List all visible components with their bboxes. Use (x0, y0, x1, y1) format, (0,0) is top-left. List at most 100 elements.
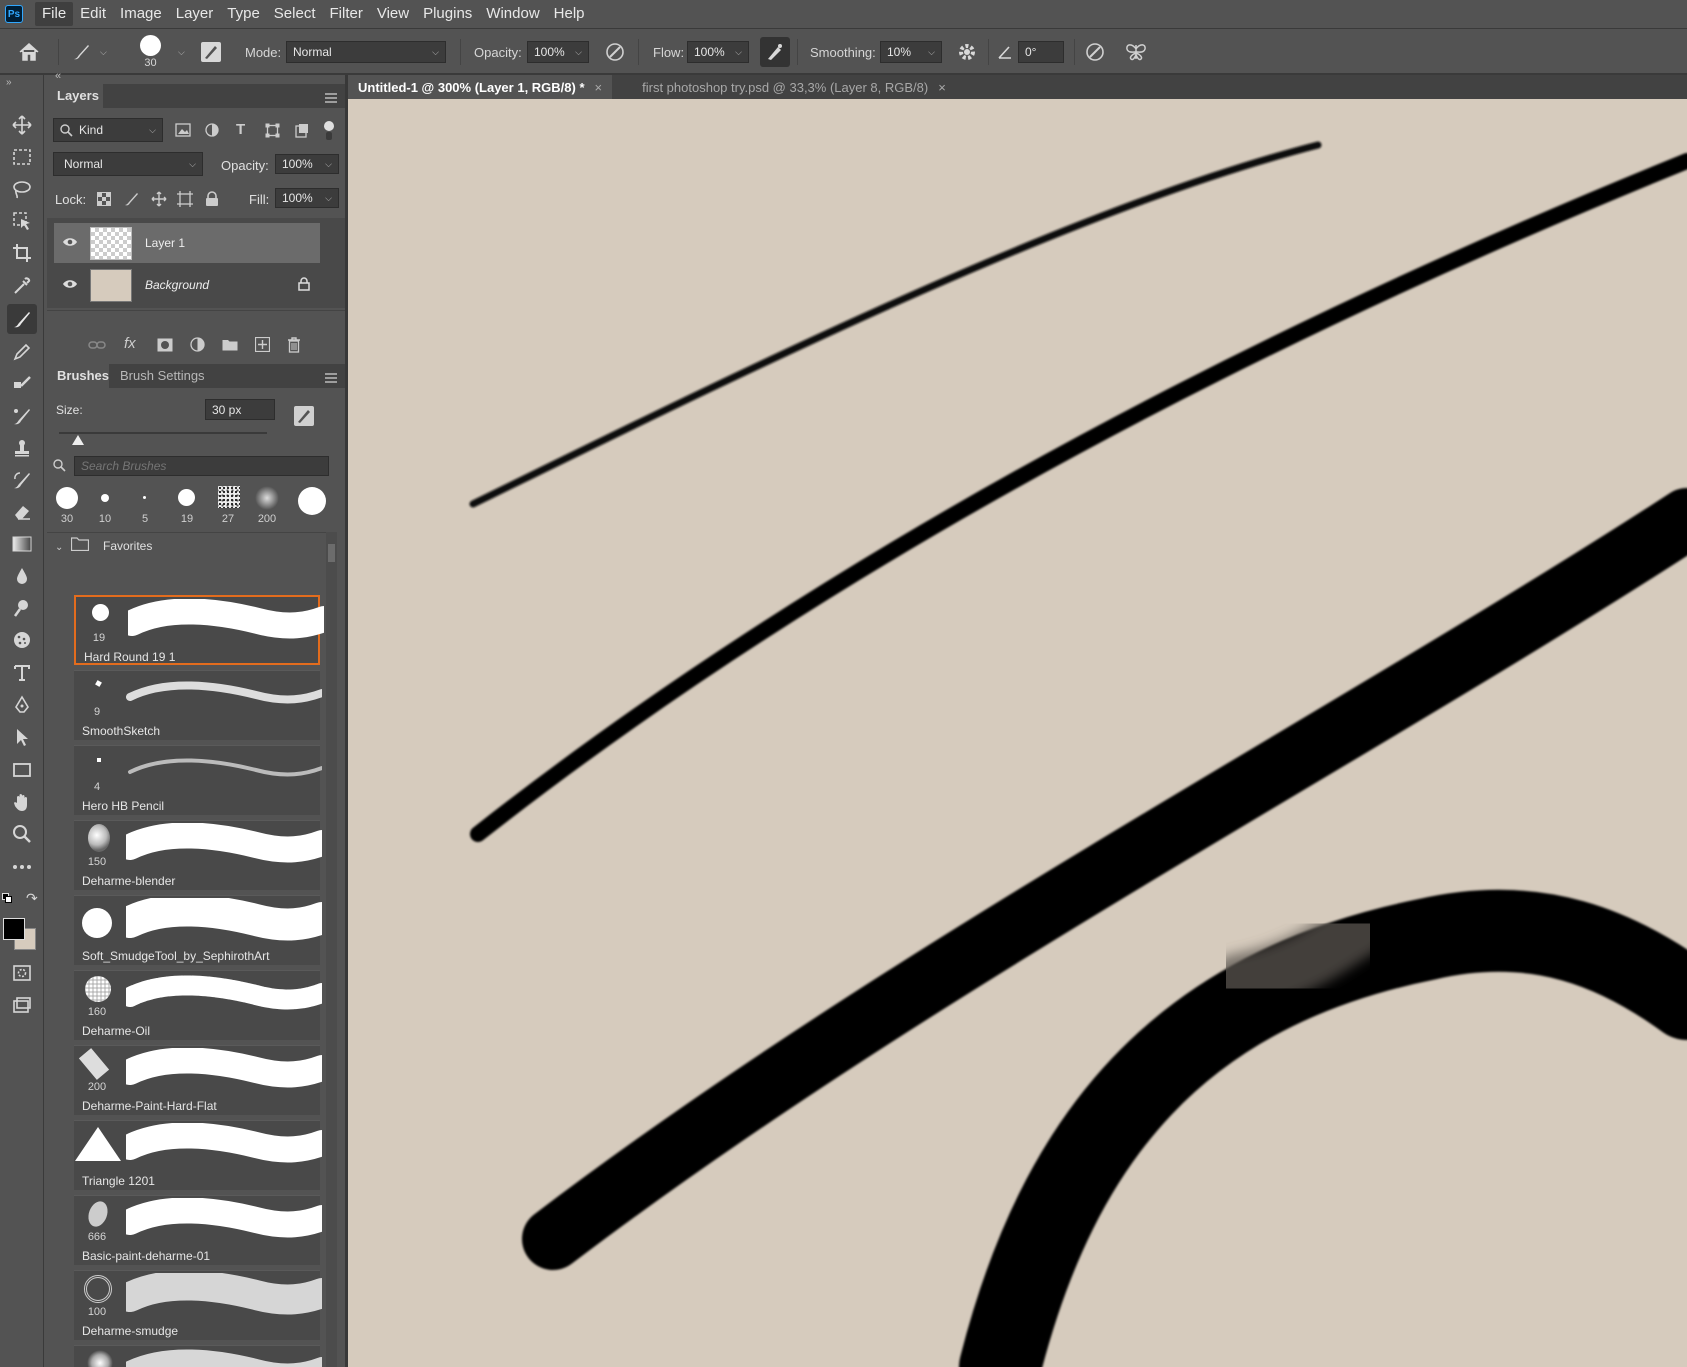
eraser-tool-icon[interactable] (7, 497, 37, 527)
recent-brush-tip[interactable] (178, 489, 195, 506)
lock-transparent-pixels-icon[interactable] (97, 192, 111, 209)
blur-tool-icon[interactable] (7, 561, 37, 591)
clone-stamp-brush-icon[interactable] (7, 369, 37, 399)
pencil-tool-icon[interactable] (7, 337, 37, 367)
menu-window[interactable]: Window (479, 2, 546, 26)
close-icon[interactable]: × (595, 80, 603, 95)
brush-size-field[interactable]: 30 px (205, 399, 275, 420)
smoothing-field[interactable]: 10% ⌵ (880, 29, 942, 75)
brush-size-slider[interactable] (59, 432, 267, 445)
panel-menu-icon[interactable] (325, 371, 337, 383)
link-layers-icon[interactable] (88, 339, 106, 354)
opacity-field[interactable]: 100% ⌵ (527, 29, 589, 75)
angle-field[interactable]: 0° (1018, 29, 1064, 75)
screen-mode-icon[interactable] (7, 990, 37, 1020)
brush-preset-item[interactable]: 200 Deharme-Paint-Hard-Flat (74, 1045, 322, 1115)
slider-handle[interactable] (71, 435, 84, 445)
lasso-tool-icon[interactable] (7, 174, 37, 204)
lock-image-pixels-icon[interactable] (123, 191, 139, 210)
brush-preset-item[interactable]: 9 SmoothSketch (74, 670, 322, 740)
object-selection-tool-icon[interactable] (7, 206, 37, 236)
brush-size-picker[interactable]: 30 (140, 29, 161, 75)
layer-row-background[interactable]: Background (54, 265, 320, 305)
collapse-panels-icon[interactable]: « (55, 70, 61, 82)
layer-blend-mode-dropdown[interactable]: Normal ⌵ (53, 152, 203, 176)
pressure-size-icon[interactable] (1084, 29, 1106, 75)
add-mask-icon[interactable] (157, 338, 173, 355)
brush-preset-item[interactable]: 100 Deharme-smudge (74, 1270, 322, 1340)
dodge-tool-icon[interactable] (7, 593, 37, 623)
lock-all-icon[interactable] (205, 191, 219, 210)
filter-toggle-switch[interactable] (324, 121, 334, 141)
trash-icon[interactable] (287, 337, 301, 356)
brush-tool-icon[interactable] (7, 304, 37, 334)
brush-preset-item[interactable]: 200 (74, 1345, 322, 1367)
recent-brush-tip[interactable] (255, 486, 279, 510)
collapse-arrows-icon[interactable]: » (6, 77, 12, 88)
more-tools-icon[interactable] (7, 852, 37, 882)
brush-preset-item[interactable]: 4 Hero HB Pencil (74, 745, 322, 815)
menu-image[interactable]: Image (113, 2, 169, 26)
filter-smart-object-icon[interactable] (295, 123, 309, 141)
mode-dropdown[interactable]: Normal ⌵ (286, 29, 446, 75)
brush-preset-item[interactable]: Triangle 1201 (74, 1120, 322, 1190)
photoshop-logo[interactable]: Ps (5, 5, 23, 23)
layer-opacity-field[interactable]: 100% ⌵ (275, 154, 339, 174)
chevron-down-icon[interactable]: ⌵ (178, 29, 185, 75)
quick-mask-icon[interactable] (7, 958, 37, 988)
symmetry-butterfly-icon[interactable] (1124, 29, 1148, 75)
brush-preset-item[interactable]: 150 Deharme-blender (74, 820, 322, 890)
pen-tool-icon[interactable] (7, 690, 37, 720)
marquee-tool-icon[interactable] (7, 142, 37, 172)
brush-preset-item[interactable]: 666 Basic-paint-deharme-01 (74, 1195, 322, 1265)
brush-preset-icon[interactable]: ⌵ (70, 29, 107, 75)
fill-field[interactable]: 100% ⌵ (275, 188, 339, 208)
create-brush-icon[interactable] (293, 405, 315, 430)
tab-brush-settings[interactable]: Brush Settings (120, 368, 205, 383)
tab-document-first-photoshop-try[interactable]: first photoshop try.psd @ 33,3% (Layer 8… (612, 75, 956, 99)
recent-brush-tip[interactable] (143, 496, 146, 499)
swap-colors-icon[interactable]: ↷ (26, 890, 38, 907)
tab-document-untitled[interactable]: Untitled-1 @ 300% (Layer 1, RGB/8) * × (348, 75, 613, 99)
brush-preset-item[interactable]: 160 Deharme-Oil (74, 970, 322, 1040)
layer-filter-dropdown[interactable]: Kind ⌵ (53, 118, 163, 142)
pressure-opacity-icon[interactable] (604, 29, 626, 75)
recent-brush-tip[interactable] (298, 487, 326, 515)
menu-edit[interactable]: Edit (73, 2, 113, 26)
zoom-tool-icon[interactable] (7, 819, 37, 849)
default-colors-icon[interactable] (2, 893, 12, 903)
flow-field[interactable]: 100% ⌵ (687, 29, 749, 75)
panel-menu-icon[interactable] (325, 91, 337, 103)
gradient-tool-icon[interactable] (7, 529, 37, 559)
menu-view[interactable]: View (370, 2, 416, 26)
stamp-tool-icon[interactable] (7, 433, 37, 463)
brush-settings-toggle-icon[interactable] (200, 29, 222, 75)
search-brushes-input[interactable] (74, 456, 329, 476)
eye-icon[interactable] (62, 278, 78, 293)
eye-icon[interactable] (62, 236, 78, 251)
type-tool-icon[interactable] (7, 658, 37, 688)
menu-plugins[interactable]: Plugins (416, 2, 479, 26)
gear-icon[interactable] (956, 29, 978, 75)
home-icon[interactable] (18, 29, 40, 75)
filter-shape-icon[interactable] (265, 123, 280, 141)
filter-type-icon[interactable]: T (236, 121, 245, 138)
history-brush-icon[interactable] (7, 465, 37, 495)
brush-preset-item[interactable]: 19 Hard Round 19 1 (74, 595, 324, 665)
new-adjustment-layer-icon[interactable] (190, 337, 205, 355)
rectangle-tool-icon[interactable] (7, 755, 37, 785)
new-group-folder-icon[interactable] (222, 338, 238, 354)
new-layer-icon[interactable] (254, 336, 271, 355)
eyedropper-tool-icon[interactable] (7, 271, 37, 301)
menu-layer[interactable]: Layer (169, 2, 221, 26)
lock-artboard-icon[interactable] (177, 191, 193, 210)
scrollbar-thumb[interactable] (328, 544, 335, 562)
recent-brush-tip[interactable] (101, 494, 109, 502)
crop-tool-icon[interactable] (7, 238, 37, 268)
foreground-color-swatch[interactable] (3, 918, 25, 940)
filter-pixel-icon[interactable] (175, 123, 191, 140)
recent-brush-tip[interactable] (218, 486, 240, 508)
layer-style-fx-icon[interactable]: fx (124, 335, 136, 352)
hand-tool-icon[interactable] (7, 787, 37, 817)
lock-position-icon[interactable] (151, 191, 167, 210)
